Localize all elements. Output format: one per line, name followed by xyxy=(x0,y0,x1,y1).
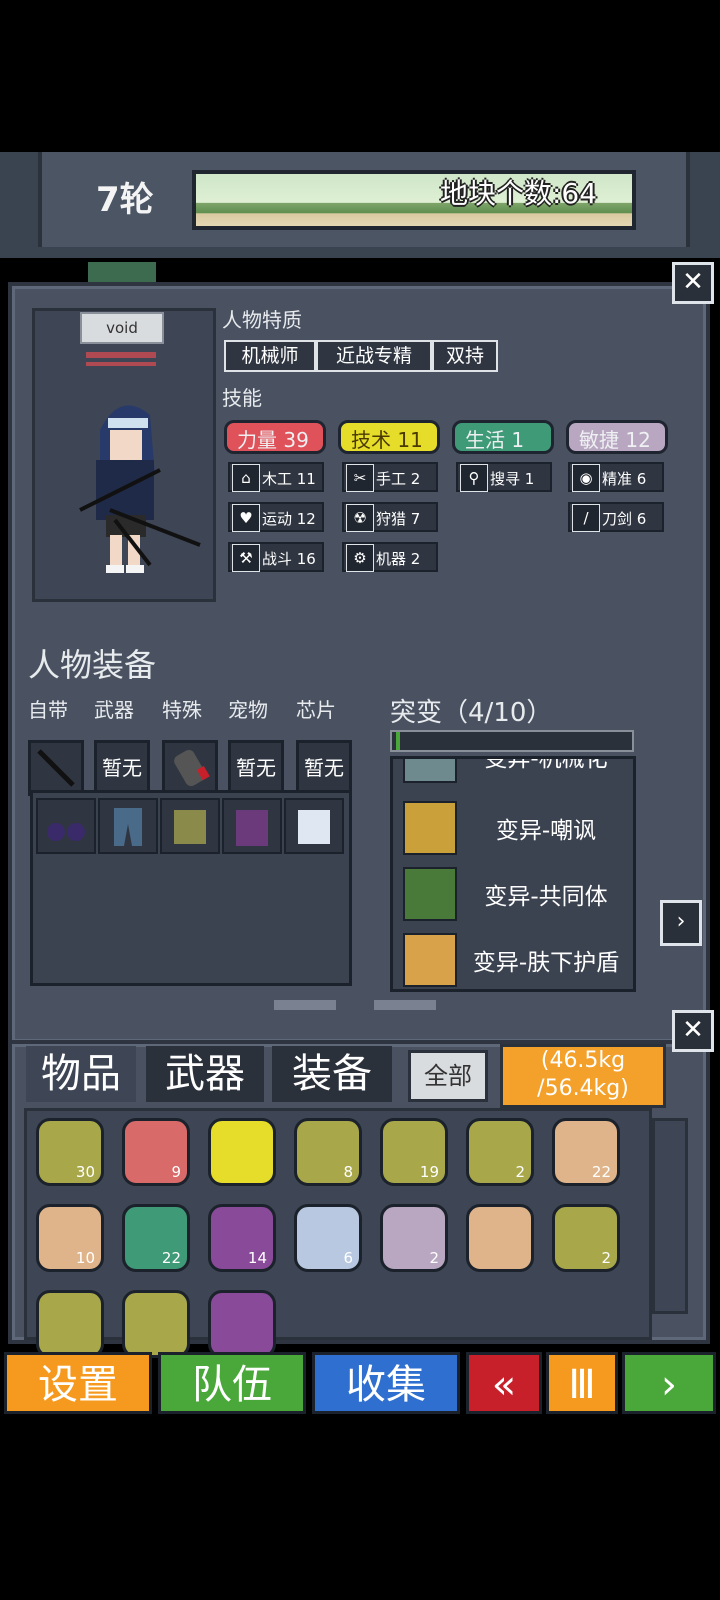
vest-icon[interactable] xyxy=(222,798,282,854)
subskill-sport[interactable]: ♥ 运动 12 xyxy=(228,502,324,532)
trait-badge[interactable]: 近战专精 xyxy=(316,340,432,372)
equipment-title: 人物装备 xyxy=(28,646,157,684)
subskill-machine[interactable]: ⚙ 机器 2 xyxy=(342,542,438,572)
subskill-search[interactable]: ⚲ 搜寻 1 xyxy=(456,462,552,492)
stat-technique[interactable]: 技术 11 xyxy=(338,420,440,454)
slot-label: 宠物 xyxy=(228,698,268,722)
trait-badge[interactable]: 机械师 xyxy=(224,340,316,372)
round-counter: 7轮 xyxy=(96,180,154,220)
team-button[interactable]: 队伍 xyxy=(158,1352,306,1414)
stat-life[interactable]: 生活 1 xyxy=(452,420,554,454)
slot-label: 芯片 xyxy=(296,698,336,722)
sword-icon xyxy=(37,749,75,787)
mutation-item[interactable]: 变异-共同体 xyxy=(403,867,627,923)
inventory-item[interactable]: 10 xyxy=(36,1204,104,1272)
subskill-blade[interactable]: / 刀剑 6 xyxy=(568,502,664,532)
inventory-item[interactable] xyxy=(208,1118,276,1186)
mutation-item[interactable]: 变异-机械化 xyxy=(403,759,627,785)
stat-strength[interactable]: 力量 39 xyxy=(224,420,326,454)
inventory-item[interactable] xyxy=(466,1204,534,1272)
wrench-icon: ⚒ xyxy=(232,544,260,572)
inventory-item[interactable] xyxy=(208,1290,276,1358)
settings-button[interactable]: 设置 xyxy=(4,1352,152,1414)
slot-pet[interactable]: 暂无 xyxy=(228,740,284,796)
radiation-icon: ☢ xyxy=(346,504,374,532)
page-indicator xyxy=(374,1000,436,1010)
inventory-item[interactable] xyxy=(122,1290,190,1358)
mutation-icon xyxy=(403,759,457,783)
mutation-item[interactable]: 变异-嘲讽 xyxy=(403,801,627,857)
mutation-item[interactable]: 变异-肤下护盾 xyxy=(403,933,627,989)
inventory-item[interactable]: 19 xyxy=(380,1118,448,1186)
character-sprite xyxy=(79,405,201,573)
inventory-item[interactable]: 2 xyxy=(552,1204,620,1272)
inventory-item[interactable]: 30 xyxy=(36,1118,104,1186)
tab-weapons[interactable]: 武器 xyxy=(146,1046,264,1102)
tab-items[interactable]: 物品 xyxy=(26,1046,136,1102)
slot-weapon[interactable]: 暂无 xyxy=(94,740,150,796)
weight-indicator: (46.5kg /56.4kg) xyxy=(500,1044,666,1108)
inventory-item[interactable]: 2 xyxy=(466,1118,534,1186)
subskill-combat[interactable]: ⚒ 战斗 16 xyxy=(228,542,324,572)
tile-count: 地块个数:64 xyxy=(440,177,598,210)
inventory-item[interactable]: 22 xyxy=(552,1118,620,1186)
slot-label: 自带 xyxy=(28,698,68,722)
shirt-icon[interactable] xyxy=(284,798,344,854)
pause-button[interactable]: Ⅲ xyxy=(546,1352,618,1414)
tab-equipment[interactable]: 装备 xyxy=(272,1046,392,1102)
slot-label: 特殊 xyxy=(162,698,202,722)
filter-all-button[interactable]: 全部 xyxy=(408,1050,488,1102)
scissors-icon: ✂ xyxy=(346,464,374,492)
slot-chip[interactable]: 暂无 xyxy=(296,740,352,796)
pants-icon[interactable] xyxy=(98,798,158,854)
inventory-item[interactable]: 8 xyxy=(294,1118,362,1186)
flag-icon xyxy=(88,262,156,282)
subskill-woodwork[interactable]: ⌂ 木工 11 xyxy=(228,462,324,492)
mutation-list[interactable]: 变异-机械化 变异-嘲讽 变异-共同体 变异-肤下护盾 xyxy=(390,756,636,992)
inventory-item[interactable]: 9 xyxy=(122,1118,190,1186)
mutation-icon xyxy=(403,867,457,921)
inventory-item[interactable]: 14 xyxy=(208,1204,276,1272)
page-indicator xyxy=(274,1000,336,1010)
character-name[interactable]: void xyxy=(80,312,164,344)
stat-agility[interactable]: 敏捷 12 xyxy=(566,420,668,454)
inventory-item[interactable]: 22 xyxy=(122,1204,190,1272)
jacket-icon[interactable] xyxy=(160,798,220,854)
magnifier-icon: ⚲ xyxy=(460,464,488,492)
health-bar xyxy=(86,352,156,358)
inventory-item[interactable] xyxy=(36,1290,104,1358)
gear-icon: ⚙ xyxy=(346,544,374,572)
play-button[interactable]: › xyxy=(622,1352,716,1414)
trait-badge[interactable]: 双持 xyxy=(432,340,498,372)
inventory-item[interactable]: 6 xyxy=(294,1204,362,1272)
close-icon[interactable]: ✕ xyxy=(672,262,714,304)
close-icon[interactable]: ✕ xyxy=(672,1010,714,1052)
next-page-arrow-icon[interactable]: › xyxy=(660,900,702,946)
subskill-precision[interactable]: ◉ 精准 6 xyxy=(568,462,664,492)
collect-button[interactable]: 收集 xyxy=(312,1352,460,1414)
slot-special[interactable] xyxy=(162,740,218,796)
mutation-icon xyxy=(403,801,457,855)
slot-label: 武器 xyxy=(94,698,134,722)
canister-icon xyxy=(174,749,210,787)
inventory-item[interactable]: 2 xyxy=(380,1204,448,1272)
mutation-title: 突变（4/10） xyxy=(390,698,553,728)
subskill-handcraft[interactable]: ✂ 手工 2 xyxy=(342,462,438,492)
heart-icon: ♥ xyxy=(232,504,260,532)
health-bar-secondary xyxy=(86,362,156,366)
rewind-button[interactable]: « xyxy=(466,1352,542,1414)
subskill-hunting[interactable]: ☢ 狩猎 7 xyxy=(342,502,438,532)
mutation-progress xyxy=(390,730,634,752)
sword-icon: / xyxy=(572,504,600,532)
house-icon: ⌂ xyxy=(232,464,260,492)
glasses-icon[interactable] xyxy=(36,798,96,854)
slot-builtin[interactable] xyxy=(28,740,84,796)
traits-title: 人物特质 xyxy=(222,308,302,332)
skills-title: 技能 xyxy=(222,386,262,410)
eye-icon: ◉ xyxy=(572,464,600,492)
inventory-scrollbar[interactable] xyxy=(652,1118,688,1314)
mutation-icon xyxy=(403,933,457,987)
